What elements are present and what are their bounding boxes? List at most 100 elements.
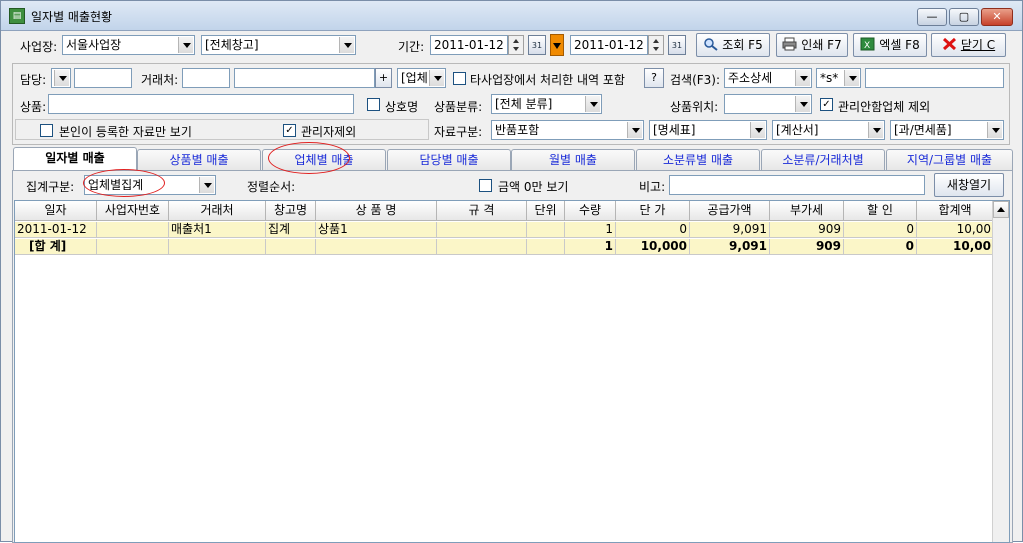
search-type-select[interactable]: 주소상세 xyxy=(724,68,812,88)
table-cell[interactable] xyxy=(169,239,266,255)
warehouse-select[interactable]: [전체창고] xyxy=(201,35,356,55)
close-button[interactable]: 닫기 C xyxy=(931,33,1006,57)
table-cell[interactable]: 0 xyxy=(844,239,917,255)
search-button[interactable]: 조회 F5 xyxy=(696,33,770,57)
column-header[interactable]: 할 인 xyxy=(844,201,917,221)
table-cell[interactable]: 0 xyxy=(616,222,690,238)
column-header[interactable]: 부가세 xyxy=(770,201,844,221)
column-header[interactable]: 거래처 xyxy=(169,201,266,221)
date-from-input[interactable]: 2011-01-12 xyxy=(430,35,508,55)
table-cell[interactable]: 9,091 xyxy=(690,239,770,255)
data-type-select[interactable]: 반품포함 xyxy=(491,120,644,140)
invoice-select[interactable]: [계산서] xyxy=(772,120,885,140)
column-header[interactable]: 단위 xyxy=(527,201,565,221)
group-label: 집계구분: xyxy=(26,180,75,194)
date-from-spinner[interactable] xyxy=(508,35,524,55)
table-cell[interactable] xyxy=(437,222,527,238)
table-cell[interactable]: 매출처1 xyxy=(169,222,266,238)
customer-name-input[interactable] xyxy=(234,68,375,88)
zero-amount-checkbox[interactable] xyxy=(479,179,492,192)
customer-code-input[interactable] xyxy=(182,68,230,88)
trade-name-checkbox[interactable] xyxy=(367,98,380,111)
note-input[interactable] xyxy=(669,175,925,195)
table-cell[interactable]: 1 xyxy=(565,222,616,238)
tab-customer-sales[interactable]: 업체별 매출 xyxy=(262,149,386,171)
group-select[interactable]: 업체별집계 xyxy=(84,175,216,195)
product-input[interactable] xyxy=(48,94,354,114)
column-header[interactable]: 일자 xyxy=(15,201,97,221)
column-header[interactable]: 수량 xyxy=(565,201,616,221)
wildcard-select[interactable]: *s* xyxy=(816,68,861,88)
other-branch-checkbox[interactable] xyxy=(453,72,466,85)
sales-grid[interactable]: 일자 사업자번호 거래처 창고명 상 품 명 규 격 단위 수량 단 가 공급가… xyxy=(14,200,1010,543)
excel-button[interactable]: X 엑셀 F8 xyxy=(853,33,927,57)
search-input[interactable] xyxy=(865,68,1004,88)
column-header[interactable]: 창고명 xyxy=(266,201,316,221)
print-button[interactable]: 인쇄 F7 xyxy=(776,33,848,57)
statement-select[interactable]: [명세표] xyxy=(649,120,767,140)
tab-product-sales[interactable]: 상품별 매출 xyxy=(137,149,261,171)
help-button[interactable]: ? xyxy=(644,68,664,88)
table-cell[interactable]: 1 xyxy=(565,239,616,255)
close-window-button[interactable]: ✕ xyxy=(981,8,1013,26)
table-cell[interactable]: 2011-01-12 xyxy=(15,222,97,238)
chevron-down-icon xyxy=(339,37,354,53)
column-header[interactable]: 공급가액 xyxy=(690,201,770,221)
table-cell[interactable] xyxy=(527,239,565,255)
table-cell[interactable]: 10,000 xyxy=(616,239,690,255)
manager-input[interactable] xyxy=(74,68,132,88)
table-cell[interactable]: 909 xyxy=(770,239,844,255)
tab-region-group-sales[interactable]: 지역/그룹별 매출 xyxy=(886,149,1013,171)
biz-select[interactable]: [업체 xyxy=(397,68,446,88)
invoice-value: [계산서] xyxy=(776,123,819,137)
table-cell[interactable]: 909 xyxy=(770,222,844,238)
column-header[interactable]: 합계액 xyxy=(917,201,994,221)
tab-subcategory-sales[interactable]: 소분류별 매출 xyxy=(636,149,760,171)
new-window-button[interactable]: 새창열기 xyxy=(934,173,1004,197)
column-header[interactable]: 단 가 xyxy=(616,201,690,221)
scroll-up-arrow-icon[interactable] xyxy=(993,201,1009,218)
table-cell[interactable] xyxy=(97,222,169,238)
exclude-admin-checkbox[interactable]: ✓ xyxy=(283,124,296,137)
tab-subcategory-customer[interactable]: 소분류/거래처별 xyxy=(761,149,885,171)
manager-select[interactable] xyxy=(51,68,71,88)
table-cell[interactable]: 0 xyxy=(844,222,917,238)
branch-select[interactable]: 서울사업장 xyxy=(62,35,195,55)
product-location-select[interactable] xyxy=(724,94,812,114)
column-header[interactable]: 사업자번호 xyxy=(97,201,169,221)
date-to-input[interactable]: 2011-01-12 xyxy=(570,35,648,55)
calendar-icon[interactable]: 31 xyxy=(528,35,546,55)
table-cell[interactable]: [합 계] xyxy=(15,239,97,255)
exclude-unmanaged-label: 관리안함업체 제외 xyxy=(838,100,931,114)
table-cell[interactable]: 상품1 xyxy=(316,222,437,238)
table-cell[interactable] xyxy=(527,222,565,238)
table-cell[interactable] xyxy=(316,239,437,255)
tab-manager-sales[interactable]: 담당별 매출 xyxy=(387,149,511,171)
table-cell[interactable]: 집계 xyxy=(266,222,316,238)
exclude-unmanaged-checkbox[interactable]: ✓ xyxy=(820,98,833,111)
own-only-checkbox[interactable] xyxy=(40,124,53,137)
search-type-value: 주소상세 xyxy=(728,71,773,85)
date-to-spinner[interactable] xyxy=(648,35,664,55)
maximize-button[interactable]: ▢ xyxy=(949,8,979,26)
calendar-icon[interactable]: 31 xyxy=(668,35,686,55)
branch-select-value: 서울사업장 xyxy=(66,38,122,52)
customer-add-button[interactable]: + xyxy=(375,68,392,88)
table-cell[interactable] xyxy=(97,239,169,255)
table-cell[interactable]: 10,00 xyxy=(917,239,994,255)
product-class-select[interactable]: [전체 분류] xyxy=(491,94,602,114)
date-range-dropdown[interactable] xyxy=(550,34,564,56)
table-cell[interactable]: 9,091 xyxy=(690,222,770,238)
tab-monthly-sales[interactable]: 월별 매출 xyxy=(511,149,635,171)
column-header[interactable]: 상 품 명 xyxy=(316,201,437,221)
column-header[interactable]: 규 격 xyxy=(437,201,527,221)
tab-daily-sales[interactable]: 일자별 매출 xyxy=(13,147,137,171)
minimize-button[interactable]: — xyxy=(917,8,947,26)
vertical-scrollbar[interactable] xyxy=(992,201,1009,542)
table-cell[interactable] xyxy=(266,239,316,255)
wildcard-value: *s* xyxy=(820,71,839,85)
chevron-down-icon xyxy=(844,70,859,86)
tax-select[interactable]: [과/면세품] xyxy=(890,120,1004,140)
table-cell[interactable]: 10,00 xyxy=(917,222,994,238)
table-cell[interactable] xyxy=(437,239,527,255)
